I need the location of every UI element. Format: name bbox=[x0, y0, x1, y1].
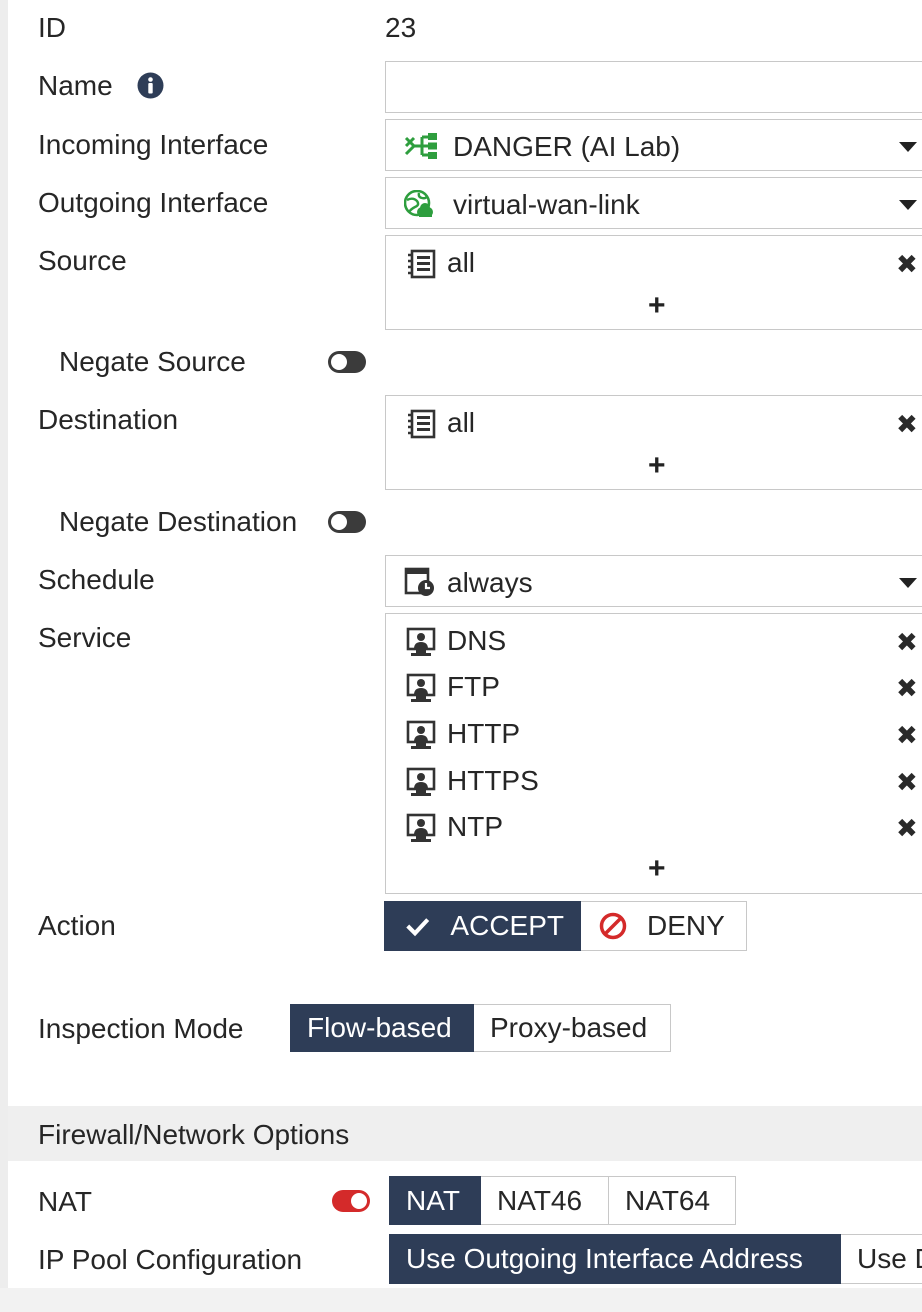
incoming-interface-label: Incoming Interface bbox=[38, 129, 269, 160]
add-destination-button[interactable]: + bbox=[648, 451, 666, 481]
calendar-clock-icon bbox=[404, 567, 434, 596]
chevron-down-icon bbox=[899, 578, 917, 588]
action-label: Action bbox=[38, 910, 116, 941]
schedule-select[interactable]: always bbox=[385, 555, 922, 607]
chevron-down-icon bbox=[899, 142, 917, 152]
nat-label: NAT bbox=[38, 1186, 92, 1217]
incoming-interface-value: DANGER (AI Lab) bbox=[453, 131, 681, 162]
schedule-label: Schedule bbox=[38, 564, 155, 595]
negate-source-label: Negate Source bbox=[59, 346, 246, 377]
service-icon bbox=[406, 720, 436, 749]
name-label: Name bbox=[38, 70, 113, 101]
address-list-icon bbox=[408, 249, 436, 279]
id-label: ID bbox=[38, 12, 66, 43]
negate-source-toggle[interactable] bbox=[328, 351, 366, 373]
add-service-button[interactable]: + bbox=[648, 854, 666, 884]
use-outgoing-interface-address-button[interactable]: Use Outgoing Interface Address bbox=[389, 1234, 841, 1284]
name-input[interactable] bbox=[385, 61, 922, 113]
nat46-option-button[interactable]: NAT46 bbox=[481, 1176, 609, 1225]
service-icon bbox=[406, 767, 436, 796]
nat64-option-button[interactable]: NAT64 bbox=[609, 1176, 736, 1225]
nat-toggle[interactable] bbox=[332, 1190, 370, 1212]
service-icon bbox=[406, 673, 436, 702]
firewall-network-options-header: Firewall/Network Options bbox=[8, 1106, 922, 1161]
remove-icon[interactable]: ✖ bbox=[896, 675, 918, 701]
action-segmented-control: ACCEPT DENY bbox=[384, 901, 747, 951]
deny-button[interactable]: DENY bbox=[581, 901, 747, 951]
negate-destination-toggle[interactable] bbox=[328, 511, 366, 533]
list-item[interactable]: all ✖ bbox=[386, 402, 922, 448]
list-item[interactable]: FTP ✖ bbox=[386, 666, 922, 712]
use-dynamic-ip-pool-button[interactable]: Use D bbox=[841, 1234, 922, 1284]
deny-button-label: DENY bbox=[647, 910, 725, 941]
proxy-based-button[interactable]: Proxy-based bbox=[474, 1004, 671, 1052]
remove-icon[interactable]: ✖ bbox=[896, 629, 918, 655]
list-item[interactable]: HTTP ✖ bbox=[386, 713, 922, 759]
service-entry-label: HTTP bbox=[447, 718, 521, 749]
section-title: Firewall/Network Options bbox=[38, 1119, 350, 1150]
left-border bbox=[0, 0, 8, 1288]
remove-icon[interactable]: ✖ bbox=[896, 411, 918, 437]
flow-based-button[interactable]: Flow-based bbox=[290, 1004, 474, 1052]
deny-circle-icon bbox=[599, 912, 627, 940]
accept-button-label: ACCEPT bbox=[450, 910, 564, 941]
service-entry-label: FTP bbox=[447, 671, 500, 702]
id-value: 23 bbox=[385, 12, 417, 43]
inspection-mode-segmented-control: Flow-based Proxy-based bbox=[290, 1004, 671, 1052]
incoming-interface-select[interactable]: DANGER (AI Lab) bbox=[385, 119, 922, 171]
source-label: Source bbox=[38, 245, 127, 276]
list-item[interactable]: HTTPS ✖ bbox=[386, 760, 922, 806]
negate-destination-label: Negate Destination bbox=[59, 506, 298, 537]
source-field[interactable]: all ✖ + bbox=[385, 235, 922, 330]
globe-cloud-icon bbox=[404, 190, 433, 217]
accept-button[interactable]: ACCEPT bbox=[384, 901, 581, 951]
bottom-scroll-area bbox=[0, 1288, 922, 1312]
checkmark-icon bbox=[406, 918, 430, 937]
ip-pool-configuration-label: IP Pool Configuration bbox=[38, 1244, 303, 1275]
outgoing-interface-value: virtual-wan-link bbox=[453, 189, 640, 220]
destination-entry-label: all bbox=[447, 407, 476, 438]
destination-field[interactable]: all ✖ + bbox=[385, 395, 922, 490]
remove-icon[interactable]: ✖ bbox=[896, 251, 918, 277]
outgoing-interface-select[interactable]: virtual-wan-link bbox=[385, 177, 922, 229]
add-source-button[interactable]: + bbox=[648, 291, 666, 321]
ip-pool-segmented-control: Use Outgoing Interface Address Use D bbox=[389, 1234, 922, 1284]
service-entry-label: DNS bbox=[447, 625, 507, 656]
network-switch-icon bbox=[404, 133, 437, 159]
service-label: Service bbox=[38, 622, 132, 653]
service-icon bbox=[406, 813, 436, 842]
destination-label: Destination bbox=[38, 404, 179, 435]
list-item[interactable]: all ✖ bbox=[386, 242, 922, 288]
remove-icon[interactable]: ✖ bbox=[896, 769, 918, 795]
service-entry-label: HTTPS bbox=[447, 765, 539, 796]
source-entry-label: all bbox=[447, 247, 476, 278]
chevron-down-icon bbox=[899, 200, 917, 210]
list-item[interactable]: DNS ✖ bbox=[386, 620, 922, 666]
remove-icon[interactable]: ✖ bbox=[896, 815, 918, 841]
service-entry-label: NTP bbox=[447, 811, 503, 842]
service-field[interactable]: DNS ✖ FTP ✖ HTTP ✖ HTTPS ✖ NTP ✖ + bbox=[385, 613, 922, 894]
schedule-value: always bbox=[447, 567, 533, 598]
outgoing-interface-label: Outgoing Interface bbox=[38, 187, 269, 218]
info-circle-icon[interactable] bbox=[137, 72, 164, 99]
list-item[interactable]: NTP ✖ bbox=[386, 806, 922, 852]
address-list-icon bbox=[408, 409, 436, 439]
service-icon bbox=[406, 627, 436, 656]
inspection-mode-label: Inspection Mode bbox=[38, 1013, 244, 1044]
nat-option-button[interactable]: NAT bbox=[389, 1176, 481, 1225]
remove-icon[interactable]: ✖ bbox=[896, 722, 918, 748]
nat-segmented-control: NAT NAT46 NAT64 bbox=[389, 1176, 736, 1225]
